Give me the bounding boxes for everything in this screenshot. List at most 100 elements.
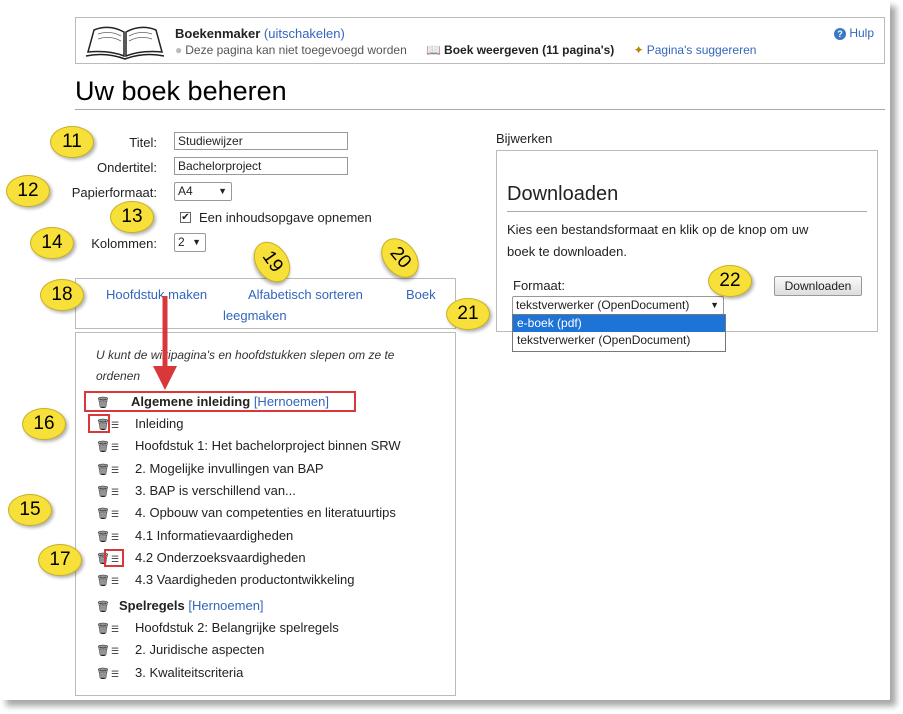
page-title: Uw boek beheren xyxy=(75,76,287,106)
format-option-odt[interactable]: tekstverwerker (OpenDocument) xyxy=(513,332,725,349)
chevron-down-icon: ▼ xyxy=(710,300,719,310)
title-divider xyxy=(75,109,885,110)
help-text[interactable]: Hulp xyxy=(849,26,874,40)
download-button[interactable]: Downloaden xyxy=(774,276,862,296)
heading-divider xyxy=(507,211,867,212)
callout-13: 13 xyxy=(110,201,154,233)
help-icon: ? xyxy=(833,28,846,40)
callout-17: 17 xyxy=(38,544,82,576)
show-book-item[interactable]: 📖 Boek weergeven (11 pagina's) xyxy=(426,43,622,57)
trash-icon[interactable]: 🗑 xyxy=(96,530,110,543)
list-item[interactable]: 🗑☰ 4.3 Vaardigheden productontwikkeling xyxy=(96,572,354,592)
red-arrow-icon xyxy=(153,296,177,390)
format-label: Formaat: xyxy=(513,278,566,293)
callout-16: 16 xyxy=(22,408,66,440)
download-description: Kies een bestandsformaat en klik op de k… xyxy=(507,219,808,263)
format-option-pdf[interactable]: e-boek (pdf) xyxy=(513,315,725,332)
list-item-label: Hoofdstuk 2: Belangrijke spelregels xyxy=(135,620,339,635)
trash-icon[interactable]: 🗑 xyxy=(96,463,110,476)
drag-hint: U kunt de wikipagina's en hoofdstukken s… xyxy=(96,348,395,383)
list-item-label: 4.2 Onderzoeksvaardigheden xyxy=(135,549,306,565)
app-name: Boekenmaker xyxy=(175,26,261,41)
trash-icon[interactable]: 🗑 xyxy=(96,667,110,680)
toc-label: Een inhoudsopgave opnemen xyxy=(199,210,372,225)
trash-icon[interactable]: 🗑 xyxy=(96,644,110,657)
trash-icon[interactable]: 🗑 xyxy=(96,622,110,635)
list-item-label: 4. Opbouw van competenties en literatuur… xyxy=(135,505,396,521)
list-item[interactable]: 🗑☰ 3. Kwaliteitscriteria xyxy=(96,665,243,685)
list-item[interactable]: 🗑☰ 4.1 Informatievaardigheden xyxy=(96,528,293,548)
subtitle-label: Ondertitel: xyxy=(97,160,157,175)
list-item-label: 3. Kwaliteitscriteria xyxy=(135,664,244,680)
trash-icon[interactable]: 🗑 xyxy=(96,574,110,587)
cannot-add-item: ● Deze pagina kan niet toegevoegd worden xyxy=(175,43,415,57)
paper-size-label: Papierformaat: xyxy=(71,185,157,200)
move-item-icon[interactable]: ☰ xyxy=(111,624,121,635)
callout-21: 21 xyxy=(446,298,490,330)
list-item[interactable]: 🗑☰ 4. Opbouw van competenties en literatu… xyxy=(96,505,396,525)
callout-15: 15 xyxy=(8,494,52,526)
title-label: Titel: xyxy=(129,135,157,150)
move-item-icon[interactable]: ☰ xyxy=(111,532,121,543)
show-book-text[interactable]: Boek weergeven (11 pagina's) xyxy=(444,43,614,57)
open-book-icon xyxy=(85,26,165,60)
list-item[interactable]: 🗑☰ 2. Mogelijke invullingen van BAP xyxy=(96,461,324,481)
move-item-icon[interactable]: ☰ xyxy=(111,576,121,587)
columns-value: 2 xyxy=(178,235,185,249)
chevron-down-icon: ▼ xyxy=(192,237,201,247)
download-desc-line1: Kies een bestandsformaat en klik op de k… xyxy=(507,222,809,237)
trash-icon[interactable]: 🗑 xyxy=(96,507,110,520)
list-item[interactable]: 🗑☰ 3. BAP is verschillend van... xyxy=(96,483,296,503)
move-item-icon[interactable]: ☰ xyxy=(111,669,121,680)
list-item-label: 2. Mogelijke invullingen van BAP xyxy=(135,460,324,476)
sort-alphabetically-link[interactable]: Alfabetisch sorteren xyxy=(248,287,363,302)
list-item[interactable]: 🗑☰ 4.2 Onderzoeksvaardigheden xyxy=(96,550,306,570)
book-items-panel: U kunt de wikipagina's en hoofdstukken s… xyxy=(75,332,456,696)
download-heading: Downloaden xyxy=(507,183,619,205)
disable-link[interactable]: (uitschakelen) xyxy=(264,26,345,41)
move-item-icon[interactable]: ☰ xyxy=(111,465,121,476)
move-highlight-box xyxy=(104,549,124,567)
columns-label: Kolommen: xyxy=(91,236,157,251)
list-item-label: 4.3 Vaardigheden productontwikkeling xyxy=(135,572,355,588)
clear-book-link-cont[interactable]: leegmaken xyxy=(223,308,287,323)
callout-12: 12 xyxy=(6,175,50,207)
paper-size-select[interactable]: A4 ▼ xyxy=(174,182,232,201)
callout-14: 14 xyxy=(30,227,74,259)
title-input[interactable]: Studiewijzer xyxy=(174,132,348,150)
trash-icon[interactable]: 🗑 xyxy=(96,485,110,498)
move-item-icon[interactable]: ☰ xyxy=(111,487,121,498)
trash-icon[interactable]: 🗑 xyxy=(96,600,110,613)
subtitle-input[interactable]: Bachelorproject xyxy=(174,157,348,175)
list-item[interactable]: 🗑☰ Hoofdstuk 2: Belangrijke spelregels xyxy=(96,620,339,640)
chapter-title: Spelregels xyxy=(119,598,185,613)
clear-book-link[interactable]: Boek xyxy=(406,287,436,302)
move-item-icon[interactable]: ☰ xyxy=(111,442,121,453)
format-dropdown-list: e-boek (pdf) tekstverwerker (OpenDocumen… xyxy=(512,314,726,352)
callout-20: 20 xyxy=(373,230,427,286)
suggest-item[interactable]: ✦ Pagina's suggereren xyxy=(634,43,765,57)
book-icon: 📖 xyxy=(426,43,442,57)
callout-18: 18 xyxy=(40,279,84,311)
chapter-highlight-box xyxy=(84,391,356,412)
columns-select[interactable]: 2 ▼ xyxy=(174,233,206,252)
trash-icon[interactable]: 🗑 xyxy=(96,440,110,453)
list-item[interactable]: 🗑☰ Hoofdstuk 1: Het bachelorproject binne… xyxy=(96,438,401,458)
move-item-icon[interactable]: ☰ xyxy=(111,509,121,520)
list-item-label: Inleiding xyxy=(135,416,184,431)
book-creator-box: Boekenmaker (uitschakelen) ● Deze pagina … xyxy=(75,17,885,64)
list-item-label: 2. Juridische aspecten xyxy=(135,642,265,658)
list-item[interactable]: 🗑☰ 2. Juridische aspecten xyxy=(96,642,264,662)
help-link[interactable]: ? Hulp xyxy=(833,26,874,40)
disabled-circle-icon: ● xyxy=(175,43,183,57)
chapter-row[interactable]: 🗑 Spelregels [Hernoemen] xyxy=(96,598,264,618)
suggest-link[interactable]: Pagina's suggereren xyxy=(647,43,757,57)
rename-link[interactable]: [Hernoemen] xyxy=(188,598,263,613)
screenshot-frame: Boekenmaker (uitschakelen) ● Deze pagina … xyxy=(0,0,890,700)
toc-checkbox[interactable]: ✔ xyxy=(180,212,191,223)
move-item-icon[interactable]: ☰ xyxy=(111,420,121,431)
format-select[interactable]: tekstverwerker (OpenDocument) ▼ xyxy=(512,296,724,315)
callout-11: 11 xyxy=(50,126,94,158)
actions-panel: Hoofdstuk maken Alfabetisch sorteren Boe… xyxy=(75,278,456,329)
move-item-icon[interactable]: ☰ xyxy=(111,646,121,657)
